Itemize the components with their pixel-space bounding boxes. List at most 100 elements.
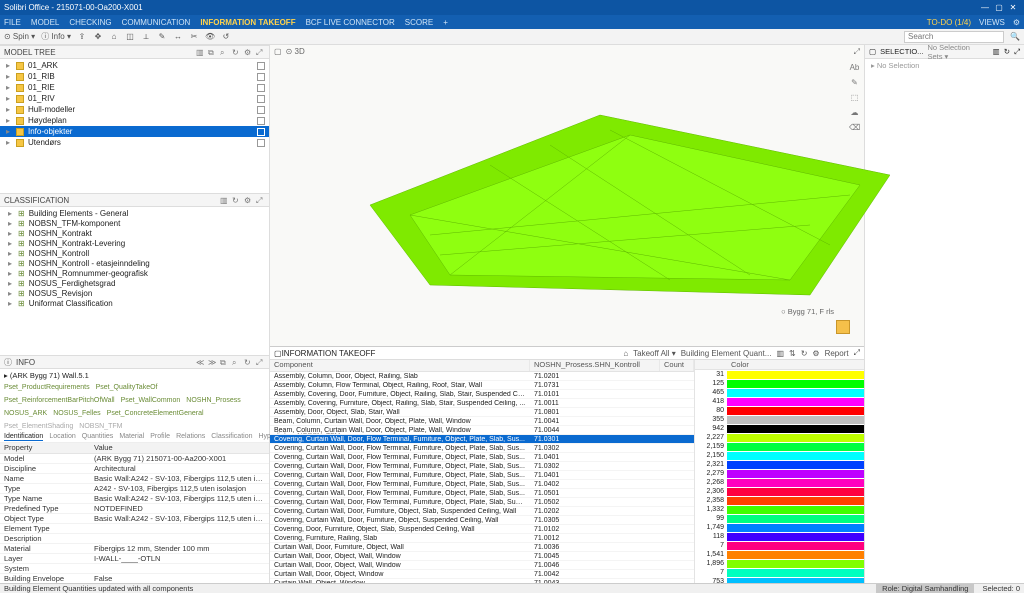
property-row[interactable]: Type NameBasic Wall:A242 - SV-103, Fiber… xyxy=(0,494,269,504)
todo-indicator[interactable]: TO-DO (1/4) xyxy=(927,18,971,27)
col-color[interactable]: Color xyxy=(731,360,749,369)
info-nav-prev[interactable]: ≪ xyxy=(196,358,205,367)
walk-icon[interactable]: ⇪ xyxy=(77,32,87,42)
info-icon-1[interactable]: ⧉ xyxy=(220,358,229,367)
color-row[interactable]: 2,321 xyxy=(695,460,864,469)
takeoff-row[interactable]: Assembly, Covering, Furniture, Object, R… xyxy=(270,399,694,408)
tree-item[interactable]: ▸Info-objekter xyxy=(0,126,269,137)
color-row[interactable]: 355 xyxy=(695,415,864,424)
col-code[interactable]: NOSHN_Prosess.SHN_Kontroll xyxy=(530,360,660,371)
info-subtab[interactable]: Profile xyxy=(150,433,170,441)
classification-item[interactable]: ▸⊞NOSHN_Romnummer-geografisk xyxy=(0,268,269,278)
takeoff-row[interactable]: Assembly, Door, Object, Slab, Stair, Wal… xyxy=(270,408,694,417)
info-icon-2[interactable]: ⌕ xyxy=(232,358,241,367)
takeoff-row[interactable]: Curtain Wall, Door, Object, Window71.004… xyxy=(270,570,694,579)
takeoff-row[interactable]: Curtain Wall, Door, Object, Wall, Window… xyxy=(270,561,694,570)
color-row[interactable]: 31 xyxy=(695,370,864,379)
sel-icon-2[interactable]: ↻ xyxy=(1004,47,1010,56)
menu-information-takeoff[interactable]: INFORMATION TAKEOFF xyxy=(200,18,295,27)
takeoff-tool-2[interactable]: ⇅ xyxy=(789,349,796,358)
classification-item[interactable]: ▸⊞NOSHN_Kontrakt xyxy=(0,228,269,238)
color-row[interactable]: 465 xyxy=(695,388,864,397)
takeoff-row[interactable]: Covering, Curtain Wall, Door, Flow Termi… xyxy=(270,462,694,471)
classification-item[interactable]: ▸⊞Uniformat Classification xyxy=(0,298,269,308)
pset-tab[interactable]: Pset_WallCommon xyxy=(121,397,181,404)
spin-tool[interactable]: ⊙ Spin ▾ xyxy=(4,32,35,41)
hide-icon[interactable]: 👁 xyxy=(205,32,215,42)
section-icon[interactable]: ◫ xyxy=(125,32,135,42)
maximize-button[interactable]: ▢ xyxy=(992,3,1006,12)
color-row[interactable]: 1,332 xyxy=(695,505,864,514)
takeoff-row[interactable]: Covering, Curtain Wall, Door, Flow Termi… xyxy=(270,480,694,489)
viewport-expand-icon[interactable]: ⤢ xyxy=(854,47,860,57)
pset-tab[interactable]: NOBSN_TFM xyxy=(79,423,122,430)
classification-item[interactable]: ▸⊞NOSUS_Ferdighetsgrad xyxy=(0,278,269,288)
property-row[interactable]: Model(ARK Bygg 71) 215071-00-Aa200-X001 xyxy=(0,454,269,464)
takeoff-row[interactable]: Assembly, Column, Flow Terminal, Object,… xyxy=(270,381,694,390)
menu-bcf[interactable]: BCF LIVE CONNECTOR xyxy=(306,18,395,27)
vp-text-icon[interactable]: Ab xyxy=(849,63,860,74)
color-row[interactable]: 2,358 xyxy=(695,496,864,505)
info-subtab[interactable]: Location xyxy=(49,433,75,441)
takeoff-row[interactable]: Beam, Column, Curtain Wall, Door, Object… xyxy=(270,417,694,426)
color-row[interactable]: 418 xyxy=(695,397,864,406)
takeoff-expand-icon[interactable]: ⤢ xyxy=(854,348,860,358)
property-row[interactable]: Building EnvelopeFalse xyxy=(0,574,269,583)
takeoff-all-dropdown[interactable]: Takeoff All ▾ xyxy=(633,349,676,358)
takeoff-report-button[interactable]: Report xyxy=(825,349,849,358)
color-row[interactable]: 99 xyxy=(695,514,864,523)
property-row[interactable]: NameBasic Wall:A242 - SV-103, Fibergips … xyxy=(0,474,269,484)
tree-item[interactable]: ▸01_RIV xyxy=(0,93,269,104)
viewport-collapse-icon[interactable]: ▢ xyxy=(274,47,282,56)
tree-expand-icon[interactable]: ⤢ xyxy=(256,48,265,57)
status-role[interactable]: Role: Digital Samhandling xyxy=(876,584,974,593)
takeoff-tool-4[interactable]: ⚙ xyxy=(812,349,819,358)
classification-item[interactable]: ▸⊞NOBSN_TFM-komponent xyxy=(0,218,269,228)
tree-item[interactable]: ▸Høydeplan xyxy=(0,115,269,126)
markup-icon[interactable]: ✎ xyxy=(157,32,167,42)
property-row[interactable]: Predefined TypeNOTDEFINED xyxy=(0,504,269,514)
pan-icon[interactable]: ✥ xyxy=(93,32,103,42)
tree-icon-4[interactable]: ↻ xyxy=(232,48,241,57)
takeoff-row[interactable]: Covering, Door, Furniture, Object, Slab,… xyxy=(270,525,694,534)
color-row[interactable]: 2,306 xyxy=(695,487,864,496)
classification-item[interactable]: ▸⊞NOSHN_Kontrakt-Levering xyxy=(0,238,269,248)
classification-item[interactable]: ▸⊞Building Elements - General xyxy=(0,208,269,218)
color-row[interactable]: 2,150 xyxy=(695,451,864,460)
pset-tab[interactable]: NOSUS_ARK xyxy=(4,410,47,417)
takeoff-row[interactable]: Covering, Curtain Wall, Door, Flow Termi… xyxy=(270,435,694,444)
takeoff-home-icon[interactable]: ⌂ xyxy=(623,349,628,358)
takeoff-row[interactable]: Covering, Curtain Wall, Door, Furniture,… xyxy=(270,516,694,525)
property-row[interactable]: MaterialFibergips 12 mm, Stender 100 mm xyxy=(0,544,269,554)
tree-icon-3[interactable]: ⌕ xyxy=(220,48,229,57)
search-input[interactable] xyxy=(904,31,1004,43)
home-icon[interactable]: ⌂ xyxy=(109,32,119,42)
color-row[interactable]: 1,749 xyxy=(695,523,864,532)
info-subtab[interactable]: Classification xyxy=(211,433,252,441)
color-row[interactable]: 753 xyxy=(695,577,864,583)
viewport-3d-label[interactable]: ⊙ 3D xyxy=(286,47,305,56)
property-row[interactable]: TypeA242 - SV-103, Fibergips 112,5 uten … xyxy=(0,484,269,494)
tree-icon-2[interactable]: ⧉ xyxy=(208,48,217,57)
property-row[interactable]: System xyxy=(0,564,269,574)
pset-tab[interactable]: Pset_QualityTakeOf xyxy=(96,384,158,391)
info-subtab[interactable]: Relations xyxy=(176,433,205,441)
pset-tab[interactable]: Pset_ElementShading xyxy=(4,423,73,430)
menu-file[interactable]: FILE xyxy=(4,18,21,27)
tree-icon-1[interactable]: ▥ xyxy=(196,48,205,57)
tree-item[interactable]: ▸Utendørs xyxy=(0,137,269,148)
takeoff-tool-3[interactable]: ↻ xyxy=(801,349,808,358)
color-row[interactable]: 80 xyxy=(695,406,864,415)
class-icon-3[interactable]: ⚙ xyxy=(244,196,253,205)
takeoff-row[interactable]: Covering, Curtain Wall, Door, Flow Termi… xyxy=(270,444,694,453)
info-expand-icon[interactable]: ⤢ xyxy=(256,358,265,367)
property-row[interactable]: DisciplineArchitectural xyxy=(0,464,269,474)
close-button[interactable]: ✕ xyxy=(1006,3,1020,12)
color-row[interactable]: 1,896 xyxy=(695,559,864,568)
info-nav-next[interactable]: ≫ xyxy=(208,358,217,367)
color-row[interactable]: 1,541 xyxy=(695,550,864,559)
3d-viewport[interactable]: ▢ ⊙ 3D ⤢ Ab ✎ ⬚ ☁ ⌫ xyxy=(270,45,864,347)
reset-icon[interactable]: ↺ xyxy=(221,32,231,42)
minimize-button[interactable]: — xyxy=(978,3,992,12)
menu-checking[interactable]: CHECKING xyxy=(69,18,111,27)
